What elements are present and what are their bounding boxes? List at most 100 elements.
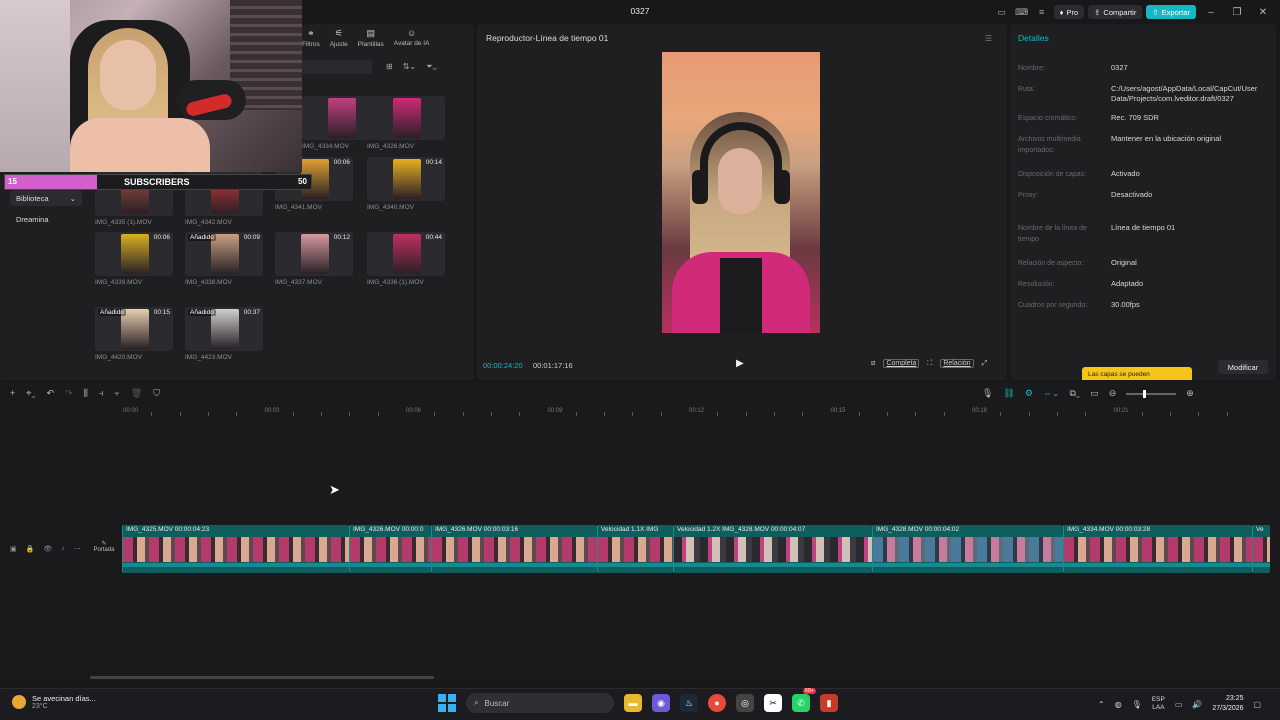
close-icon[interactable]: ✕ [1252, 7, 1274, 18]
windows-start-icon[interactable] [438, 694, 456, 712]
chrome-icon[interactable]: ● [708, 694, 726, 712]
timeline-clip[interactable]: IMG_4326.MOV 00:00:03:16 [431, 525, 597, 573]
ruler-tick-mark [1198, 412, 1200, 416]
details-value: Rec. 709 SDR [1111, 113, 1159, 122]
ratio-button[interactable]: Relación [940, 359, 974, 368]
audio-icon[interactable]: ♪ [61, 545, 65, 553]
media-item[interactable]: 00:37 Añadido IMG_4423.MOV [185, 307, 265, 361]
ruler-tick-mark [745, 412, 747, 416]
menu-icon[interactable]: ☰ [985, 34, 992, 43]
tab-ai-avatar[interactable]: ☺ Avatar de IA [394, 28, 430, 48]
weather-widget[interactable]: Se avecinan días... 23°C [12, 694, 96, 710]
split-left-icon[interactable]: ⫞ [99, 388, 104, 399]
zoom-slider[interactable] [1126, 389, 1177, 398]
media-item[interactable]: 00:12 IMG_4337.MOV [275, 232, 355, 286]
zoom-in-icon[interactable]: ⊕ [1186, 388, 1194, 399]
delete-icon[interactable]: 🗑 [131, 388, 142, 399]
modify-button[interactable]: Modificar [1218, 360, 1268, 374]
media-item[interactable]: 00:06 IMG_4339.MOV [95, 232, 175, 286]
keyboard-icon[interactable]: ⌨ [1014, 5, 1030, 19]
more-icon[interactable]: ⋯ [74, 545, 81, 553]
fit-icon[interactable]: ⛶ [927, 360, 932, 368]
timeline-clip[interactable]: Velocidad 1.1X IMG [597, 525, 673, 573]
pro-button[interactable]: ♦ Pro [1053, 5, 1085, 19]
timeline-clip[interactable]: Ve [1252, 525, 1270, 573]
snap-icon[interactable]: ⇔⌄ [1043, 388, 1060, 399]
restore-icon[interactable]: ❐ [1226, 7, 1248, 18]
notification-badge: 99+ [802, 688, 816, 694]
eye-icon[interactable]: 👁 [43, 545, 52, 553]
share-button[interactable]: ⇪ Compartir [1088, 5, 1143, 19]
sidebar-item-library[interactable]: Biblioteca ⌄ [10, 190, 82, 206]
minimize-icon[interactable]: – [1200, 7, 1222, 18]
media-item[interactable]: 00:15 Añadido IMG_4420.MOV [95, 307, 175, 361]
microphone-icon[interactable]: 🎙 [1132, 700, 1142, 709]
preview-axis-icon[interactable]: ⧉⌄ [1070, 388, 1081, 399]
app-icon[interactable]: ▮ [820, 694, 838, 712]
timeline-right-toolbar: 🎙 ⛓ ⚙ ⇔⌄ ⧉⌄ ▭ ⊖ ⊕ [982, 388, 1194, 399]
undo-icon[interactable]: ↶ [47, 388, 55, 399]
steam-icon[interactable]: ♨ [680, 694, 698, 712]
shield-icon[interactable]: ⛉ [153, 388, 160, 399]
sort-icon[interactable]: ⇅⌄ [403, 62, 416, 72]
menu-icon[interactable]: ≡ [1034, 5, 1050, 19]
discord-icon[interactable]: ◉ [652, 694, 670, 712]
whatsapp-icon[interactable]: ✆ 99+ [792, 688, 816, 712]
timeline-clip[interactable]: Velocidad 1.2X IMG_4328.MOV 00:00:04:07 [673, 525, 872, 573]
media-search-input[interactable] [302, 60, 372, 74]
split-right-icon[interactable]: ⫟ [114, 388, 119, 399]
monitor-icon[interactable]: ▭ [1175, 700, 1183, 709]
add-icon[interactable]: + [10, 388, 15, 399]
timeline-scrollbar[interactable] [90, 676, 434, 679]
media-duration: 00:09 [243, 234, 260, 241]
full-quality-button[interactable]: Completa [883, 359, 920, 368]
notifications-icon[interactable]: ▢ [1254, 700, 1262, 709]
taskbar-search-input[interactable]: ⌕ Buscar [466, 693, 614, 713]
lock-icon[interactable]: 🔒 [26, 545, 35, 553]
timeline-ruler[interactable]: 00:00 00:03 00:06 00:09 00:12 00:15 00:18 00:21 [120, 404, 1280, 418]
tab-templates[interactable]: ▤ Plantillas [358, 28, 384, 48]
details-value: Original [1111, 258, 1137, 267]
redo-icon[interactable]: ↷ [65, 388, 73, 399]
microphone-icon[interactable]: 🎙 [982, 388, 993, 399]
caption-icon[interactable]: ▭ [1090, 388, 1099, 399]
fullscreen-icon[interactable]: ⤢ [982, 360, 988, 368]
tab-filters[interactable]: ⚭ Filtros [302, 28, 320, 48]
play-icon[interactable]: ▶ [736, 358, 744, 369]
select-tool-icon[interactable]: ⌖⌄ [26, 388, 35, 399]
media-item[interactable]: IMG_4326.MOV [367, 96, 447, 150]
ruler-tick-mark [858, 412, 860, 416]
layout-icon[interactable]: ▭ [994, 5, 1010, 19]
tab-adjust[interactable]: ⚟ Ajuste [330, 28, 348, 48]
media-item[interactable]: 00:44 IMG_4336 (1).MOV [367, 232, 447, 286]
clock[interactable]: 23:25 27/3/2026 [1212, 694, 1243, 714]
language-indicator[interactable]: ESP LAA [1152, 696, 1165, 712]
media-item[interactable]: 00:14 IMG_4340.MOV [367, 157, 447, 211]
ruler-tick-mark [1141, 412, 1143, 416]
timeline-clip[interactable]: IMG_4328.MOV 00:00:04:02 [872, 525, 1063, 573]
timeline-clip[interactable]: IMG_4325.MOV 00:00:04:23 [122, 525, 349, 573]
magnet-icon[interactable]: ⚙ [1025, 388, 1033, 399]
export-button[interactable]: ⇧ Exportar [1146, 5, 1196, 19]
split-icon[interactable]: ⫼ [84, 388, 88, 399]
chevron-up-icon[interactable]: ⌃ [1098, 700, 1105, 709]
clip-label: IMG_4326.MOV 00:00:03:16 [435, 526, 519, 533]
link-icon[interactable]: ⛓ [1003, 388, 1014, 399]
volume-icon[interactable]: 🔊 [1192, 700, 1202, 709]
media-name: IMG_4341.MOV [275, 204, 322, 211]
cover-button[interactable]: ✎ Portada [90, 540, 118, 562]
grid-view-icon[interactable]: ⊞ [386, 62, 393, 72]
video-preview[interactable] [662, 52, 820, 333]
timeline-clip[interactable]: IMG_4326.MOV 00:00:0 [349, 525, 431, 573]
crop-icon[interactable]: ⧄ [871, 360, 875, 368]
obs-icon[interactable]: ◎ [736, 694, 754, 712]
sidebar-item-dreamina[interactable]: Dreamina [10, 211, 82, 227]
filter-icon[interactable]: ⏷⌄ [426, 62, 437, 72]
file-explorer-icon[interactable]: ▬ [624, 694, 642, 712]
zoom-slider-handle[interactable] [1143, 389, 1147, 398]
zoom-out-icon[interactable]: ⊖ [1109, 388, 1117, 399]
network-status-icon[interactable]: ◍ [1115, 700, 1122, 709]
media-item[interactable]: 00:09 Añadido IMG_4338.MOV [185, 232, 265, 286]
capcut-icon[interactable]: ✂ [764, 694, 782, 712]
timeline-clip[interactable]: IMG_4334.MOV 00:00:03:28 [1063, 525, 1252, 573]
